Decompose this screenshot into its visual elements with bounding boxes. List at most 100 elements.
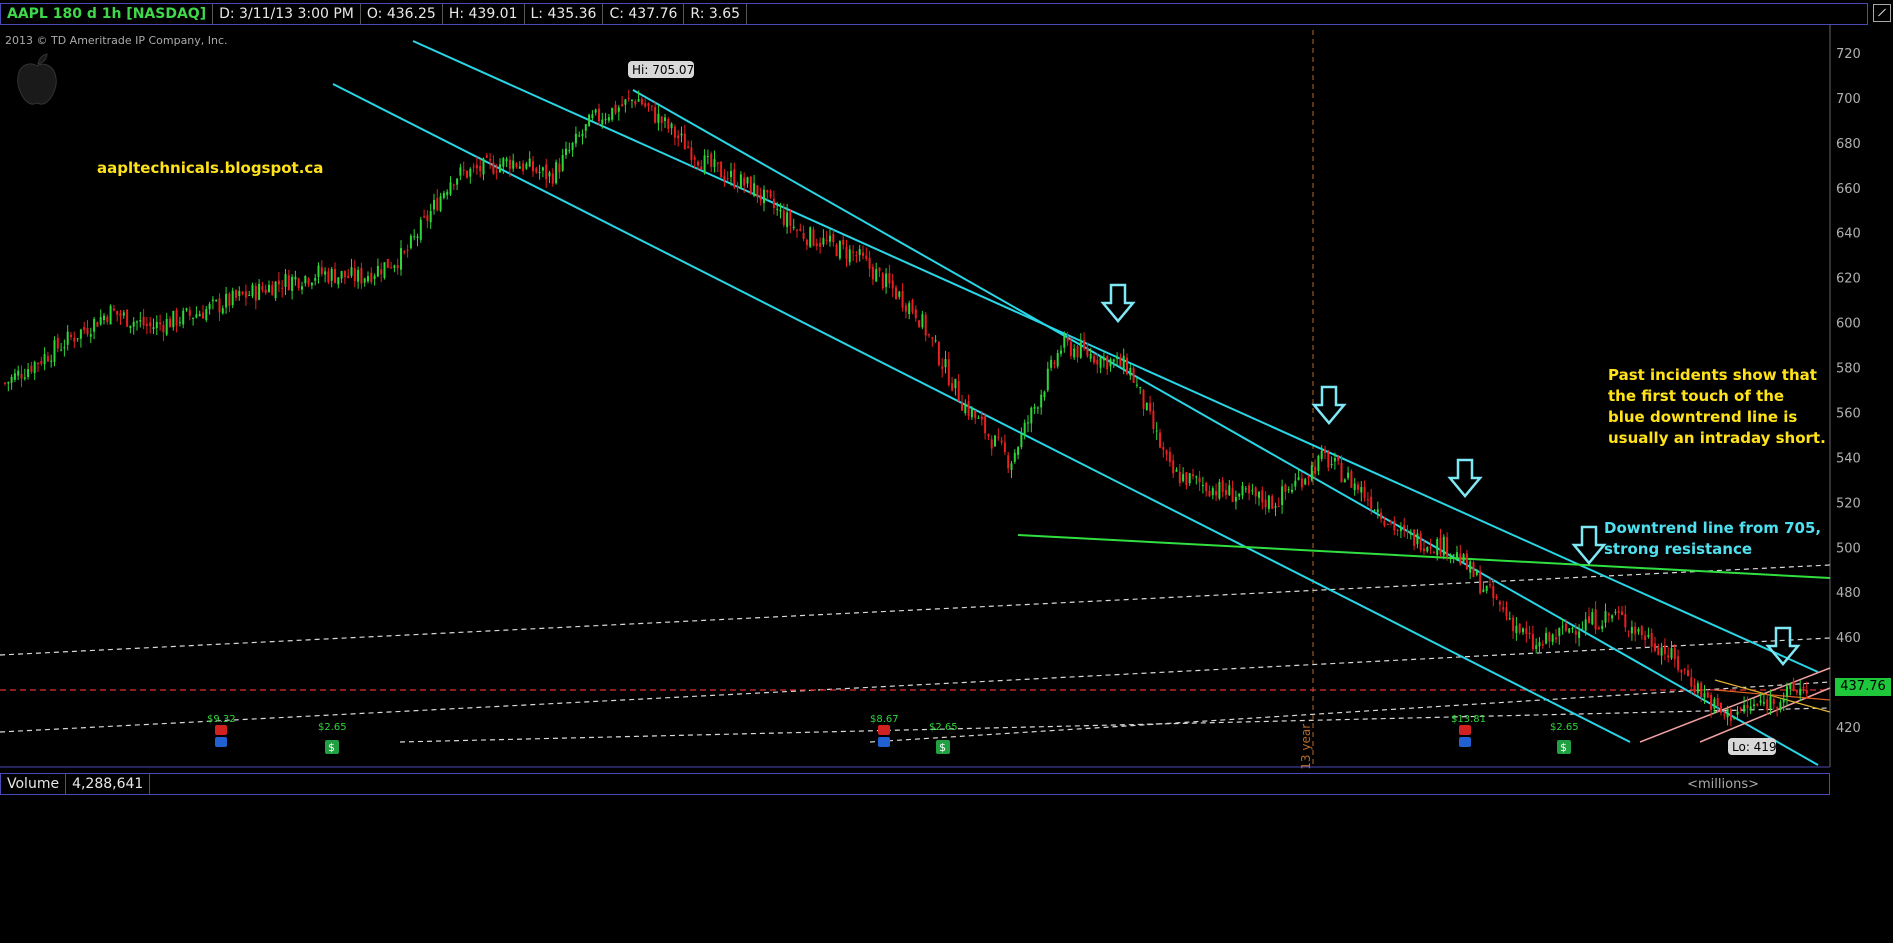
- candle-body: [591, 114, 594, 118]
- candle-body: [954, 378, 957, 389]
- candle-body: [951, 383, 954, 391]
- candle-body: [1050, 359, 1053, 368]
- candle-body: [320, 267, 323, 275]
- candle-body: [241, 291, 244, 295]
- symbol-label[interactable]: AAPL 180 d 1h [NASDAQ]: [1, 4, 214, 24]
- candle-body: [73, 337, 76, 342]
- candle-body: [848, 249, 851, 263]
- candle-body: [357, 270, 360, 282]
- candle-body: [1545, 632, 1548, 644]
- candle-body: [452, 184, 455, 186]
- candle-body: [1244, 488, 1247, 490]
- candle-body: [472, 166, 475, 168]
- candle-body: [637, 99, 640, 102]
- candle-body: [640, 98, 643, 105]
- candle-body: [1759, 700, 1762, 703]
- candle-body: [56, 337, 59, 349]
- maximize-icon[interactable]: [1873, 4, 1891, 22]
- candle-body: [1112, 359, 1115, 362]
- candle-body: [1168, 452, 1171, 463]
- candle-body: [1604, 611, 1607, 623]
- candle-body: [687, 146, 690, 148]
- candle-body: [112, 308, 115, 311]
- candle-body: [27, 369, 30, 378]
- candle-body: [1267, 495, 1270, 509]
- candle-body: [1413, 529, 1416, 546]
- candle-body: [1119, 356, 1122, 367]
- candle-body: [736, 186, 739, 188]
- candle-body: [713, 159, 716, 168]
- candle-body: [1472, 562, 1475, 578]
- candle-body: [667, 119, 670, 129]
- candle-body: [941, 366, 944, 369]
- candle-body: [1093, 356, 1095, 363]
- candle-body: [1693, 685, 1696, 693]
- candle-body: [545, 164, 548, 180]
- candle-body: [1241, 485, 1244, 496]
- candle-body: [997, 436, 1000, 438]
- candle-body: [218, 298, 221, 313]
- candle-body: [1350, 471, 1353, 488]
- candle-body: [779, 209, 782, 212]
- candle-body: [1063, 335, 1066, 348]
- candle-body: [644, 103, 647, 107]
- candle-body: [528, 158, 531, 167]
- candle-body: [459, 167, 462, 176]
- candle-body: [928, 334, 930, 336]
- candle-body: [1660, 647, 1663, 656]
- candle-body: [934, 340, 937, 342]
- candle-body: [957, 381, 960, 402]
- candle-body: [1518, 623, 1521, 633]
- candle-body: [845, 246, 848, 259]
- candle-body: [1720, 702, 1722, 713]
- candle-body: [1756, 703, 1759, 706]
- candle-body: [1753, 704, 1755, 707]
- candle-body: [558, 163, 561, 173]
- header-bar: AAPL 180 d 1h [NASDAQ] D: 3/11/13 3:00 P…: [0, 3, 1868, 25]
- candle-body: [1726, 708, 1729, 718]
- y-tick-label: 680: [1836, 137, 1861, 152]
- date-readout: D: 3/11/13 3:00 PM: [213, 4, 361, 24]
- candle-body: [188, 310, 191, 316]
- candle-body: [1330, 464, 1333, 466]
- candle-body: [1515, 625, 1518, 634]
- earnings-icon: [215, 725, 227, 735]
- candle-body: [680, 133, 683, 136]
- candle-body: [865, 255, 868, 259]
- y-tick-label: 580: [1836, 362, 1861, 377]
- candle-body: [690, 147, 693, 161]
- candle-body: [1178, 471, 1181, 484]
- candle-body: [225, 293, 228, 308]
- candle-body: [799, 228, 802, 231]
- candle-body: [1485, 585, 1488, 591]
- event-amount: $2.65: [1550, 722, 1579, 733]
- candle-body: [281, 287, 284, 289]
- candle-body: [838, 241, 841, 259]
- range-readout: R: 3.65: [684, 4, 748, 24]
- candle-body: [1581, 628, 1584, 630]
- candle-body: [1284, 484, 1287, 492]
- candle-body: [858, 249, 861, 256]
- candle-body: [1746, 704, 1749, 709]
- candle-body: [192, 317, 195, 319]
- candle-body: [1551, 634, 1554, 643]
- candle-body: [251, 284, 254, 296]
- candle-body: [937, 342, 940, 366]
- candle-body: [1376, 509, 1379, 513]
- candle-body: [1023, 422, 1026, 436]
- candle-body: [1386, 523, 1389, 525]
- candle-body: [1066, 337, 1069, 342]
- candle-body: [1370, 496, 1373, 510]
- candle-body: [211, 299, 214, 301]
- candle-body: [538, 171, 541, 173]
- candle-body: [66, 331, 69, 345]
- candle-body: [63, 347, 66, 349]
- candle-body: [1152, 410, 1155, 429]
- candle-body: [1317, 455, 1320, 472]
- candle-body: [1040, 394, 1043, 408]
- fan-line: [1714, 679, 1831, 713]
- candle-body: [878, 267, 881, 272]
- candle-body: [805, 239, 808, 246]
- candle-body: [1139, 387, 1142, 389]
- candle-body: [53, 340, 56, 362]
